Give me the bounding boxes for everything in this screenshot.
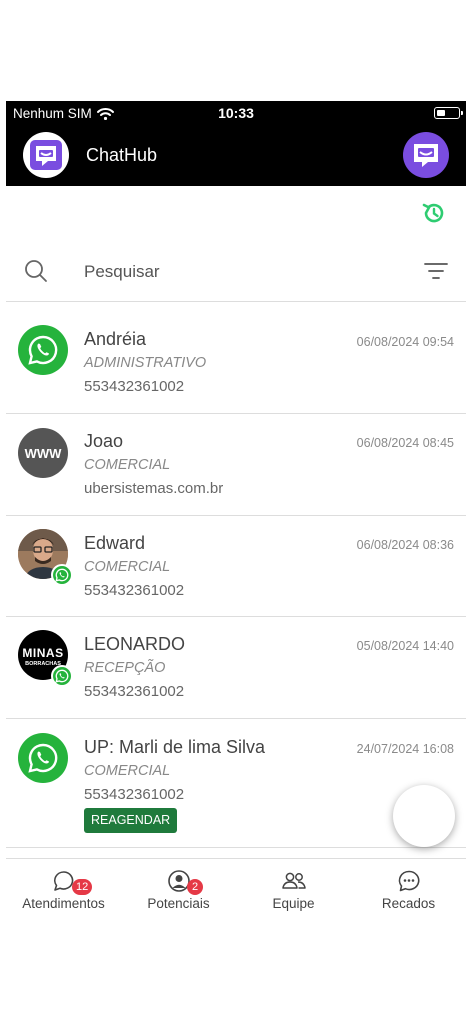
contact-id: 553432361002 [84, 378, 185, 395]
www-icon: WWW [24, 445, 62, 461]
battery-icon [434, 107, 463, 119]
reschedule-button[interactable]: REAGENDAR [84, 808, 178, 833]
profile-avatar-button[interactable] [403, 132, 449, 178]
contact-id: 553432361002 [84, 582, 185, 599]
department-label: COMERCIAL [84, 457, 171, 473]
status-time: 10:33 [218, 105, 254, 121]
conversation-row[interactable]: Andréia ADMINISTRATIVO 553432361002 06/0… [6, 303, 466, 414]
chat-logo-icon [414, 144, 438, 167]
avatar [18, 733, 68, 783]
search-input[interactable] [84, 258, 384, 286]
filter-icon[interactable] [424, 262, 448, 280]
app-screen: Nenhum SIM 10:33 ChatHub Pesquisar André… [6, 101, 466, 921]
contact-id: 553432361002 [84, 683, 185, 700]
department-label: RECEPÇÃO [84, 660, 166, 676]
timestamp: 06/08/2024 08:36 [356, 538, 454, 552]
department-label: COMERCIAL [84, 559, 171, 575]
contact-id: ubersistemas.com.br [84, 480, 224, 497]
timestamp: 24/07/2024 16:08 [356, 742, 454, 756]
chathub-logo[interactable] [23, 132, 69, 178]
chat-logo-icon [30, 140, 62, 170]
whatsapp-icon [55, 669, 69, 683]
contact-name: UP: Marli de lima Silva [84, 737, 266, 757]
timestamp: 06/08/2024 08:45 [356, 436, 454, 450]
contact-name: LEONARDO [84, 634, 186, 654]
conversation-row[interactable]: MINAS BORRACHAS LEONARDO RECEPÇÃO 553432… [6, 617, 466, 719]
whatsapp-icon [28, 335, 58, 365]
message-dots-icon [398, 870, 419, 892]
department-label: COMERCIAL [84, 763, 171, 779]
app-title: ChatHub [86, 145, 158, 165]
avatar [18, 325, 68, 375]
tab-potenciais[interactable]: 2 Potenciais [121, 859, 236, 921]
tab-equipe[interactable]: Equipe [236, 859, 351, 921]
conversation-list: Andréia ADMINISTRATIVO 553432361002 06/0… [6, 303, 466, 848]
contact-name: Edward [84, 533, 146, 553]
tab-label: Potenciais [147, 896, 210, 911]
tab-label: Recados [381, 896, 436, 911]
whatsapp-icon [55, 568, 69, 582]
tab-label: Atendimentos [22, 896, 105, 911]
whatsapp-badge [51, 665, 73, 687]
floating-action-button[interactable] [393, 785, 455, 847]
status-bar: Nenhum SIM 10:33 [6, 101, 466, 125]
contact-name: Andréia [84, 329, 147, 349]
timestamp: 05/08/2024 14:40 [356, 639, 454, 653]
tab-atendimentos[interactable]: 12 Atendimentos [6, 859, 121, 921]
whatsapp-badge [51, 564, 73, 586]
contact-id: 553432361002 [84, 786, 185, 803]
conversation-row[interactable]: WWW Joao COMERCIAL ubersistemas.com.br 0… [6, 414, 466, 516]
tab-badge-count: 2 [187, 879, 203, 895]
bottom-tab-bar: 12 Atendimentos 2 Potenciais Equipe Reca… [6, 858, 466, 921]
contact-name: Joao [84, 431, 124, 451]
tab-label: Equipe [272, 896, 315, 911]
search-icon[interactable] [24, 259, 48, 283]
timestamp: 06/08/2024 09:54 [356, 335, 454, 349]
department-label: ADMINISTRATIVO [84, 355, 207, 371]
whatsapp-icon [28, 743, 58, 773]
minas-logo-text: MINAS [22, 645, 64, 660]
history-icon [422, 203, 444, 223]
history-button[interactable] [420, 199, 448, 227]
people-icon [281, 872, 306, 889]
search-bar [6, 246, 466, 302]
tab-recados[interactable]: Recados [351, 859, 466, 921]
conversation-row[interactable]: Edward COMERCIAL 553432361002 06/08/2024… [6, 516, 466, 617]
app-header: ChatHub [6, 125, 466, 186]
avatar: WWW [18, 428, 68, 478]
tab-badge-count: 12 [72, 879, 93, 895]
